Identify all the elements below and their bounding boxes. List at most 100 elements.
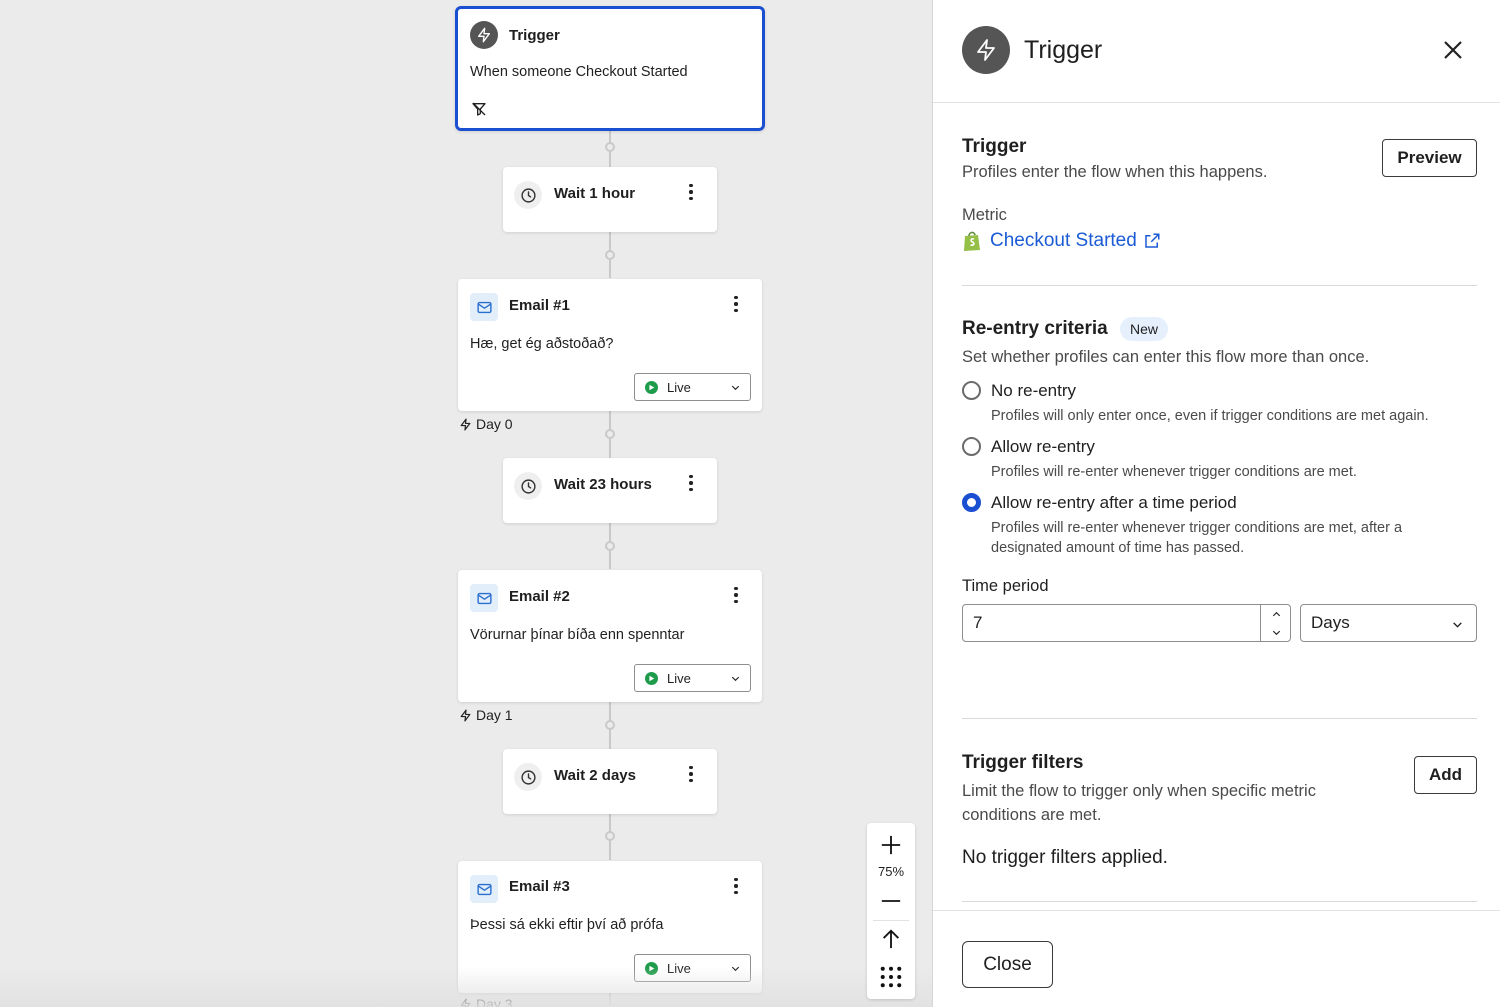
zoom-level: 75% bbox=[877, 864, 905, 879]
chevron-down-icon bbox=[1453, 622, 1462, 628]
day-label: Day 0 bbox=[459, 416, 513, 432]
connector-dot bbox=[605, 429, 615, 439]
email-step-title: Email #2 bbox=[509, 588, 570, 605]
external-link-icon bbox=[1145, 233, 1160, 248]
filter-off-icon bbox=[471, 101, 487, 122]
status-value: Live bbox=[667, 379, 691, 395]
email-step-card[interactable]: Email #2 Vörurnar þínar bíða enn spennta… bbox=[458, 570, 762, 702]
minus-icon bbox=[881, 900, 901, 902]
status-select[interactable]: Live bbox=[634, 373, 751, 401]
lightning-icon bbox=[962, 26, 1010, 74]
metric-link[interactable]: Checkout Started bbox=[962, 230, 1161, 252]
filters-description: Limit the flow to trigger only when spec… bbox=[962, 782, 1316, 824]
status-select[interactable]: Live bbox=[634, 954, 751, 982]
radio-help: Profiles will re-enter whenever trigger … bbox=[991, 464, 1357, 480]
email-step-card[interactable]: Email #1 Hæ, get ég aðstoðað? Live bbox=[458, 279, 762, 411]
close-icon[interactable] bbox=[1439, 36, 1467, 64]
chevron-down-icon bbox=[731, 385, 740, 391]
trigger-section-description: Profiles enter the flow when this happen… bbox=[962, 163, 1268, 181]
envelope-icon bbox=[470, 875, 498, 903]
new-badge: New bbox=[1120, 317, 1169, 341]
wait-step-card[interactable]: Wait 23 hours bbox=[503, 458, 717, 523]
more-options-icon[interactable] bbox=[726, 292, 746, 316]
shopify-bag-icon bbox=[964, 231, 980, 251]
radio-help: Profiles will only enter once, even if t… bbox=[991, 408, 1429, 424]
more-options-icon[interactable] bbox=[681, 471, 701, 495]
radio-label[interactable]: Allow re-entry bbox=[991, 437, 1095, 457]
divider bbox=[962, 285, 1477, 286]
day-label-text: Day 0 bbox=[476, 416, 513, 432]
more-options-icon[interactable] bbox=[681, 762, 701, 786]
panel-header: Trigger bbox=[933, 0, 1500, 103]
radio-label[interactable]: Allow re-entry after a time period bbox=[991, 493, 1237, 513]
email-subject: Hæ, get ég aðstoðað? bbox=[470, 336, 614, 352]
time-period-stepper bbox=[1260, 605, 1290, 641]
radio-help: Profiles will re-enter whenever trigger … bbox=[991, 520, 1403, 556]
status-select[interactable]: Live bbox=[634, 664, 751, 692]
envelope-icon bbox=[470, 293, 498, 321]
wait-step-title: Wait 1 hour bbox=[554, 185, 636, 202]
flow-canvas[interactable]: Trigger When someone Checkout Started Wa… bbox=[0, 0, 932, 1007]
play-icon bbox=[645, 671, 658, 685]
filters-section-title: Trigger filters bbox=[962, 752, 1084, 773]
time-period-label: Time period bbox=[962, 577, 1049, 595]
clock-icon bbox=[514, 472, 542, 500]
time-unit-select[interactable]: Days bbox=[1300, 604, 1477, 642]
lightning-icon bbox=[460, 417, 471, 431]
time-period-input[interactable] bbox=[963, 605, 1261, 641]
wait-step-title: Wait 23 hours bbox=[554, 476, 652, 493]
reentry-section-title: Re-entry criteria bbox=[962, 318, 1108, 339]
close-button[interactable]: Close bbox=[962, 941, 1053, 988]
day-label: Day 3 bbox=[459, 996, 513, 1007]
time-period-field bbox=[962, 604, 1291, 642]
trigger-card-description: When someone Checkout Started bbox=[470, 64, 688, 80]
trigger-card-title: Trigger bbox=[509, 27, 560, 44]
more-options-icon[interactable] bbox=[726, 874, 746, 898]
more-options-icon[interactable] bbox=[726, 583, 746, 607]
connector-dot bbox=[605, 142, 615, 152]
radio-allow-reentry[interactable] bbox=[962, 437, 981, 456]
status-value: Live bbox=[667, 670, 691, 686]
chevron-down-icon bbox=[731, 676, 740, 682]
chevron-up-icon bbox=[1272, 611, 1280, 616]
clock-icon bbox=[514, 763, 542, 791]
scroll-to-top-button[interactable] bbox=[867, 925, 915, 953]
email-subject: Vörurnar þínar bíða enn spenntar bbox=[470, 627, 685, 643]
email-step-title: Email #1 bbox=[509, 297, 570, 314]
chevron-down-icon bbox=[731, 966, 740, 972]
lightning-icon bbox=[470, 21, 498, 49]
increment-button[interactable] bbox=[1261, 605, 1291, 623]
connector-dot bbox=[605, 541, 615, 551]
wait-step-card[interactable]: Wait 2 days bbox=[503, 749, 717, 814]
lightning-icon bbox=[460, 997, 471, 1007]
wait-step-card[interactable]: Wait 1 hour bbox=[503, 167, 717, 232]
metric-label: Metric bbox=[962, 206, 1007, 224]
plus-icon bbox=[881, 835, 901, 855]
radio-no-reentry[interactable] bbox=[962, 381, 981, 400]
preview-button[interactable]: Preview bbox=[1382, 139, 1477, 177]
radio-label[interactable]: No re-entry bbox=[991, 381, 1076, 401]
no-filters-text: No trigger filters applied. bbox=[962, 847, 1168, 868]
more-options-icon[interactable] bbox=[681, 180, 701, 204]
zoom-out-button[interactable] bbox=[867, 887, 915, 915]
divider bbox=[962, 901, 1477, 902]
radio-reentry-after-period[interactable] bbox=[962, 493, 981, 512]
day-label: Day 1 bbox=[459, 707, 513, 723]
chevron-down-icon bbox=[1272, 630, 1280, 635]
clock-icon bbox=[514, 181, 542, 209]
decrement-button[interactable] bbox=[1261, 623, 1291, 641]
connector-dot bbox=[605, 250, 615, 260]
connector-dot bbox=[605, 831, 615, 841]
metric-name: Checkout Started bbox=[990, 230, 1137, 251]
wait-step-title: Wait 2 days bbox=[554, 767, 636, 784]
trigger-card[interactable]: Trigger When someone Checkout Started bbox=[455, 6, 765, 131]
email-step-card[interactable]: Email #3 Þessi sá ekki eftir því að próf… bbox=[458, 861, 762, 993]
connector-line bbox=[609, 992, 611, 1007]
reentry-description: Set whether profiles can enter this flow… bbox=[962, 348, 1370, 366]
trigger-side-panel: Trigger Trigger Profiles enter the flow … bbox=[932, 0, 1500, 1007]
play-icon bbox=[645, 380, 658, 394]
minimap-button[interactable] bbox=[867, 963, 915, 991]
email-subject: Þessi sá ekki eftir því að prófa bbox=[470, 917, 664, 933]
zoom-in-button[interactable] bbox=[867, 831, 915, 859]
add-filter-button[interactable]: Add bbox=[1414, 756, 1477, 794]
